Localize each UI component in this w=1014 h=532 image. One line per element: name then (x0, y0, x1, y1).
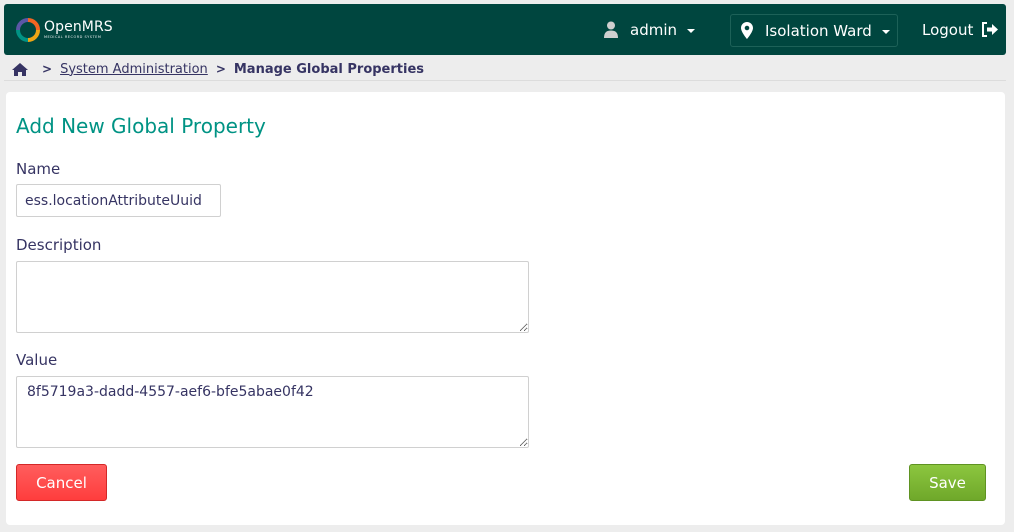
value-textarea[interactable]: 8f5719a3-dadd-4557-aef6-bfe5abae0f42 (16, 376, 529, 448)
breadcrumb-current-page: Manage Global Properties (233, 61, 425, 77)
breadcrumb-separator: > (42, 62, 53, 76)
logo-tagline: MEDICAL RECORD SYSTEM (44, 35, 102, 40)
logout-icon (981, 22, 999, 37)
map-pin-icon (741, 22, 753, 39)
logo-name: OpenMRS (44, 19, 113, 36)
openmrs-logo-icon (16, 18, 40, 42)
home-icon[interactable] (12, 62, 28, 76)
chevron-down-icon (687, 29, 695, 33)
location-name: Isolation Ward (765, 21, 872, 40)
save-button[interactable]: Save (909, 464, 986, 501)
name-input[interactable] (16, 184, 221, 217)
breadcrumb-system-administration[interactable]: System Administration (60, 62, 208, 77)
value-label: Value (16, 351, 58, 369)
user-icon (604, 21, 618, 38)
description-textarea[interactable] (16, 261, 529, 333)
form-panel: Add New Global Property Name Description… (6, 92, 1005, 525)
description-label: Description (16, 236, 102, 254)
header-divider (4, 80, 1006, 81)
logout-label: Logout (922, 20, 974, 39)
breadcrumb-separator: > (215, 62, 226, 76)
user-menu[interactable]: admin (604, 4, 695, 55)
breadcrumb: > System Administration > Manage Global … (12, 60, 424, 78)
cancel-button[interactable]: Cancel (16, 464, 107, 501)
name-label: Name (16, 160, 61, 178)
top-header: OpenMRS MEDICAL RECORD SYSTEM admin Isol… (4, 4, 1006, 55)
location-selector[interactable]: Isolation Ward (730, 14, 898, 47)
openmrs-logo[interactable]: OpenMRS MEDICAL RECORD SYSTEM (16, 16, 113, 44)
logout-link[interactable]: Logout (922, 4, 999, 55)
chevron-down-icon (881, 30, 890, 34)
user-name: admin (630, 20, 677, 39)
page-title: Add New Global Property (16, 114, 266, 138)
